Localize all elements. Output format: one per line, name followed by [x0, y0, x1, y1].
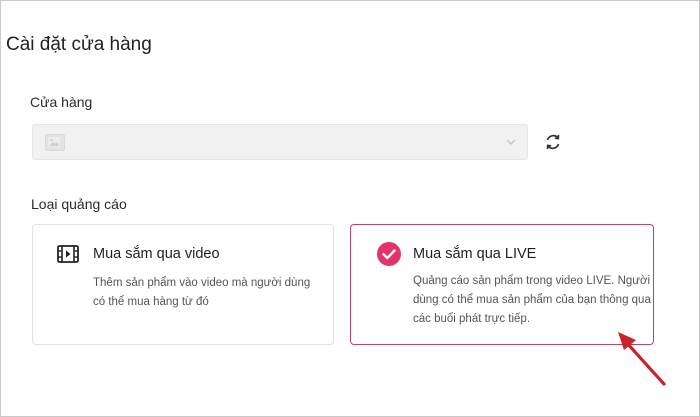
film-icon [57, 245, 79, 268]
page-title: Cài đặt cửa hàng [6, 34, 152, 55]
ad-type-label: Loại quảng cáo [31, 196, 127, 212]
video-option-description: Thêm sản phẩm vào video mà người dùng có… [93, 277, 311, 308]
live-option-title: Mua sắm qua LIVE [413, 246, 537, 262]
live-option-description: Quảng cáo sản phẩm trong video LIVE. Ngư… [413, 275, 651, 325]
store-label: Cửa hàng [30, 94, 93, 110]
annotation-arrow-icon [618, 332, 666, 386]
store-select[interactable] [32, 124, 528, 160]
video-shopping-option[interactable]: Mua sắm qua video Thêm sản phẩm vào vide… [32, 224, 334, 345]
video-option-title: Mua sắm qua video [93, 246, 220, 262]
refresh-icon[interactable] [543, 132, 563, 152]
image-placeholder-icon [45, 134, 65, 151]
chevron-down-icon [505, 135, 517, 153]
check-circle-icon [376, 241, 402, 272]
live-shopping-option[interactable]: Mua sắm qua LIVE Quảng cáo sản phẩm tron… [350, 224, 654, 345]
